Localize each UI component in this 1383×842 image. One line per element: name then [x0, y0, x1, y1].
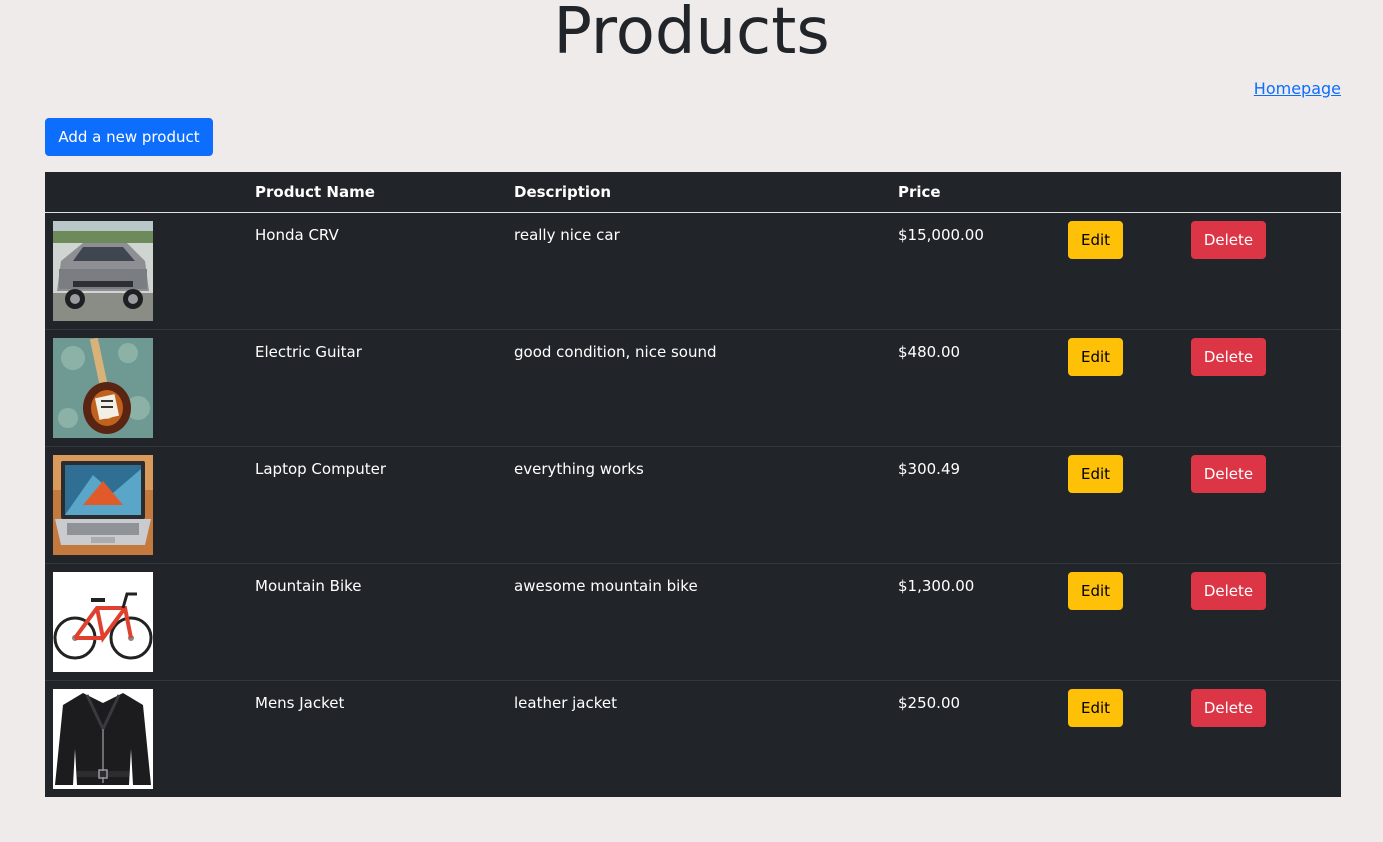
product-description: good condition, nice sound: [514, 342, 717, 361]
image-cell: [45, 445, 247, 563]
product-description: awesome mountain bike: [514, 576, 698, 595]
price-cell: $1,300.00: [890, 562, 1060, 680]
product-name: Mountain Bike: [255, 576, 362, 595]
table-row: Electric Guitar good condition, nice sou…: [45, 328, 1341, 446]
product-price: $300.49: [898, 459, 961, 478]
delete-cell: Delete: [1183, 328, 1341, 446]
column-header-description: Description: [506, 172, 890, 213]
delete-button[interactable]: Delete: [1191, 220, 1266, 259]
table-row: Laptop Computer everything works $300.49…: [45, 445, 1341, 563]
edit-button[interactable]: Edit: [1068, 337, 1123, 376]
column-header-price: Price: [890, 172, 1060, 213]
edit-button[interactable]: Edit: [1068, 220, 1123, 259]
table-row: Mens Jacket leather jacket $250.00 Edit …: [45, 679, 1341, 797]
product-name-cell: Electric Guitar: [247, 328, 506, 446]
product-price: $250.00: [898, 693, 961, 712]
product-description: everything works: [514, 459, 644, 478]
product-name-cell: Laptop Computer: [247, 445, 506, 563]
product-description: leather jacket: [514, 693, 618, 712]
table-row: Mountain Bike awesome mountain bike $1,3…: [45, 562, 1341, 680]
column-header-product-name: Product Name: [247, 172, 506, 213]
product-description: really nice car: [514, 225, 620, 244]
table-header-row: Product Name Description Price: [45, 172, 1341, 213]
laptop-photo: [53, 454, 153, 555]
delete-cell: Delete: [1183, 445, 1341, 563]
product-name-cell: Mountain Bike: [247, 562, 506, 680]
edit-cell: Edit: [1060, 679, 1183, 797]
description-cell: leather jacket: [506, 679, 890, 797]
column-header-image: [45, 172, 247, 213]
delete-cell: Delete: [1183, 679, 1341, 797]
edit-cell: Edit: [1060, 445, 1183, 563]
delete-button[interactable]: Delete: [1191, 688, 1266, 727]
delete-cell: Delete: [1183, 212, 1341, 329]
guitar-photo: [53, 337, 153, 438]
product-price: $15,000.00: [898, 225, 984, 244]
product-name-cell: Honda CRV: [247, 212, 506, 329]
description-cell: really nice car: [506, 212, 890, 329]
edit-cell: Edit: [1060, 328, 1183, 446]
edit-button[interactable]: Edit: [1068, 688, 1123, 727]
add-product-button[interactable]: Add a new product: [45, 118, 213, 156]
car-photo: [53, 220, 153, 321]
image-cell: [45, 562, 247, 680]
edit-button[interactable]: Edit: [1068, 454, 1123, 493]
price-cell: $15,000.00: [890, 212, 1060, 329]
homepage-link[interactable]: Homepage: [1254, 79, 1341, 98]
product-price: $1,300.00: [898, 576, 975, 595]
description-cell: everything works: [506, 445, 890, 563]
image-cell: [45, 328, 247, 446]
products-table: Product Name Description Price Honda CRV…: [45, 172, 1341, 797]
description-cell: good condition, nice sound: [506, 328, 890, 446]
delete-button[interactable]: Delete: [1191, 454, 1266, 493]
price-cell: $300.49: [890, 445, 1060, 563]
description-cell: awesome mountain bike: [506, 562, 890, 680]
product-name-cell: Mens Jacket: [247, 679, 506, 797]
column-header-edit: [1060, 172, 1183, 213]
jacket-photo: [53, 688, 153, 789]
delete-button[interactable]: Delete: [1191, 571, 1266, 610]
product-name: Mens Jacket: [255, 693, 345, 712]
price-cell: $250.00: [890, 679, 1060, 797]
price-cell: $480.00: [890, 328, 1060, 446]
image-cell: [45, 212, 247, 329]
delete-button[interactable]: Delete: [1191, 337, 1266, 376]
table-row: Honda CRV really nice car $15,000.00 Edi…: [45, 212, 1341, 329]
page-title: Products: [553, 0, 830, 69]
edit-cell: Edit: [1060, 562, 1183, 680]
product-name: Electric Guitar: [255, 342, 362, 361]
edit-cell: Edit: [1060, 212, 1183, 329]
image-cell: [45, 679, 247, 797]
product-name: Honda CRV: [255, 225, 339, 244]
edit-button[interactable]: Edit: [1068, 571, 1123, 610]
column-header-delete: [1183, 172, 1341, 213]
delete-cell: Delete: [1183, 562, 1341, 680]
product-name: Laptop Computer: [255, 459, 386, 478]
product-price: $480.00: [898, 342, 961, 361]
bike-photo: [53, 571, 153, 672]
